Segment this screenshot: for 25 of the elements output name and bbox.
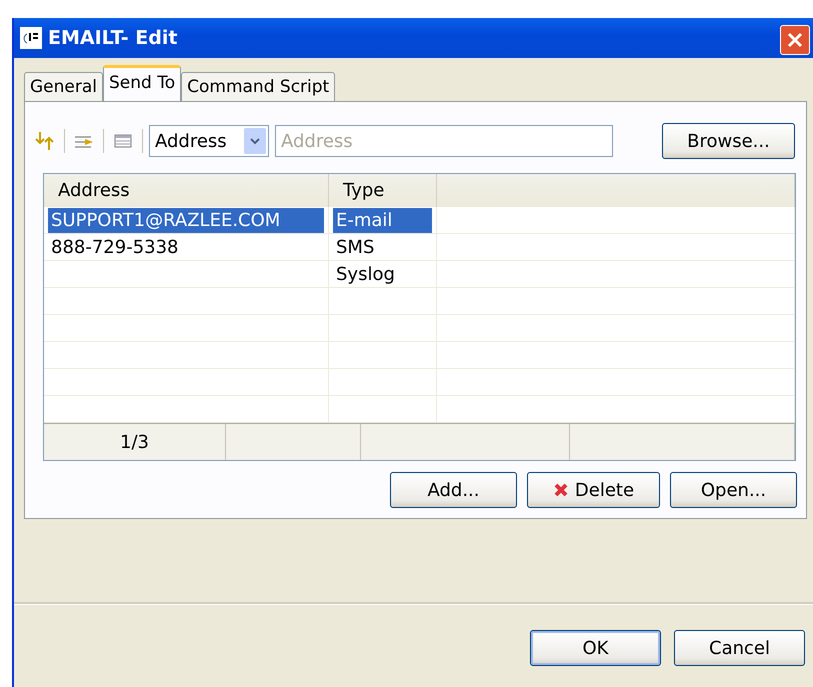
tab[interactable]: Command Script: [181, 72, 336, 101]
logo-icon: [20, 27, 42, 49]
delete-icon: [552, 482, 569, 498]
close-icon: [786, 31, 804, 49]
column-header: Type: [329, 174, 437, 207]
table-cell[interactable]: SMS: [333, 235, 432, 260]
tab[interactable]: General: [24, 72, 103, 101]
cancel-button[interactable]: Cancel: [674, 630, 805, 666]
field-dropdown[interactable]: Address: [149, 125, 269, 157]
tab[interactable]: Send To: [103, 65, 182, 101]
table-cell[interactable]: SUPPORT1@RAZLEE.COM: [48, 208, 324, 233]
close-button[interactable]: [780, 25, 810, 55]
table-cell[interactable]: Syslog: [333, 262, 432, 287]
caret-icon: [244, 128, 266, 154]
window-title: EMAILT- Edit: [48, 27, 178, 49]
table-cell[interactable]: E-mail: [333, 208, 432, 233]
browse-button[interactable]: Browse...: [662, 123, 795, 159]
row-count: 1/3: [120, 432, 149, 452]
action-button[interactable]: Open...: [670, 472, 797, 508]
ok-button[interactable]: OK: [530, 630, 661, 666]
table-cell[interactable]: 888-729-5338: [48, 235, 324, 260]
delete-button[interactable]: Delete: [527, 472, 660, 508]
column-header: Address: [44, 174, 329, 207]
address-field[interactable]: Address: [275, 125, 613, 157]
action-button[interactable]: Add...: [390, 472, 517, 508]
